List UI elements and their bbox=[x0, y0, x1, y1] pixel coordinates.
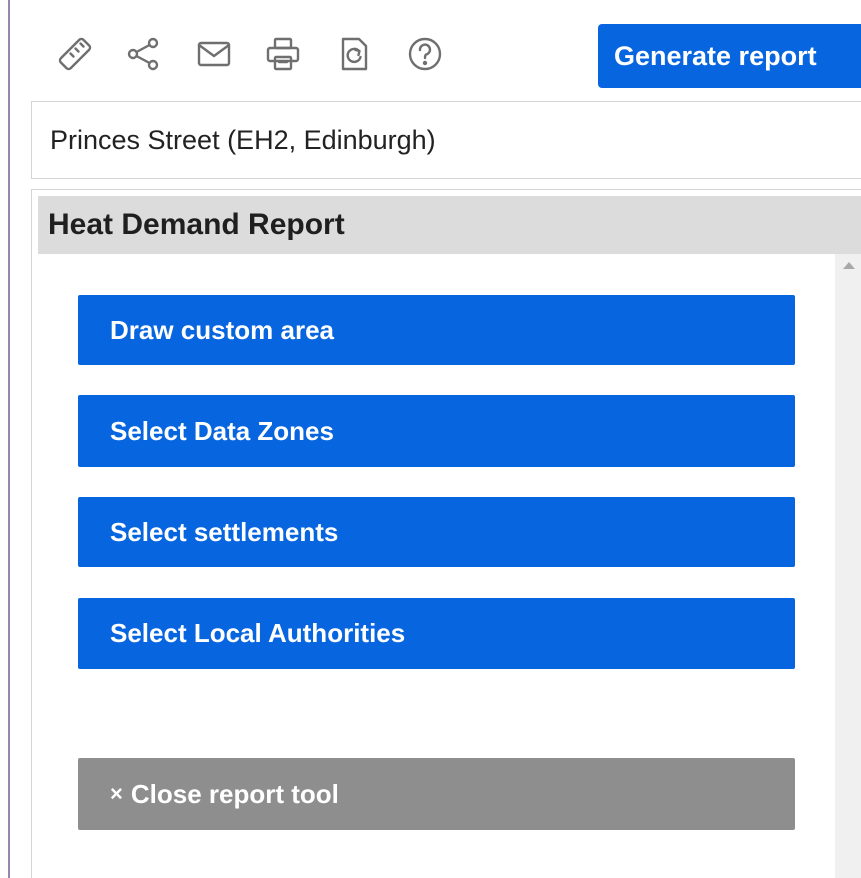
select-settlements-button[interactable]: Select settlements bbox=[78, 497, 795, 567]
share-icon[interactable] bbox=[121, 32, 165, 76]
panel-header: Heat Demand Report bbox=[38, 196, 861, 254]
close-icon: × bbox=[110, 781, 123, 806]
select-local-authorities-button[interactable]: Select Local Authorities bbox=[78, 598, 795, 669]
select-data-zones-button[interactable]: Select Data Zones bbox=[78, 395, 795, 467]
email-icon[interactable] bbox=[192, 32, 236, 76]
report-tool-page: Generate report Princes Street (EH2, Edi… bbox=[0, 0, 861, 878]
left-border bbox=[8, 0, 10, 878]
close-report-tool-label: Close report tool bbox=[130, 778, 339, 809]
help-icon[interactable] bbox=[403, 32, 447, 76]
scrollbar[interactable] bbox=[835, 254, 861, 878]
draw-custom-area-button[interactable]: Draw custom area bbox=[78, 295, 795, 365]
refresh-document-icon[interactable] bbox=[332, 32, 376, 76]
panel-title: Heat Demand Report bbox=[48, 208, 345, 241]
ruler-icon[interactable] bbox=[53, 32, 97, 76]
generate-report-button[interactable]: Generate report bbox=[598, 24, 861, 88]
location-text: Princes Street (EH2, Edinburgh) bbox=[50, 124, 436, 155]
close-report-tool-button[interactable]: × Close report tool bbox=[78, 758, 795, 830]
location-display: Princes Street (EH2, Edinburgh) bbox=[31, 101, 861, 179]
report-panel: Heat Demand Report Draw custom area Sele… bbox=[31, 189, 861, 878]
scroll-up-arrow-icon[interactable] bbox=[843, 262, 855, 269]
print-icon[interactable] bbox=[261, 32, 305, 76]
